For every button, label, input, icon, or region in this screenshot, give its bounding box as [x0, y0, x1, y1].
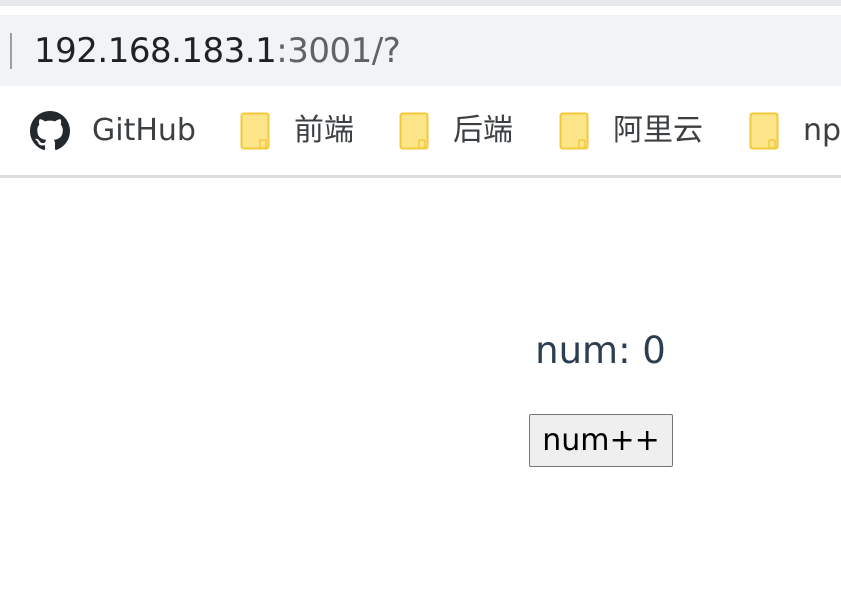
- bookmark-label: np: [803, 113, 841, 148]
- bookmarks-bar: GitHub 前端 后端 阿里云 np: [0, 86, 841, 176]
- bookmark-label: 阿里云: [613, 113, 703, 148]
- github-icon: [30, 111, 70, 151]
- bookmark-label: 前端: [294, 113, 354, 148]
- window-top-strip: [0, 0, 841, 6]
- folder-icon: [399, 112, 429, 150]
- folder-icon: [240, 112, 270, 150]
- bookmark-folder-aliyun[interactable]: 阿里云: [559, 86, 703, 176]
- url-host: 192.168.183.1: [34, 31, 277, 71]
- folder-icon: [749, 112, 779, 150]
- url-text[interactable]: 192.168.183.1:3001/?: [34, 29, 401, 73]
- increment-button[interactable]: num++: [529, 414, 673, 467]
- text-caret: [10, 33, 12, 69]
- url-path: :3001/?: [276, 31, 401, 71]
- bookmark-label: GitHub: [92, 113, 196, 148]
- bookmark-folder-frontend[interactable]: 前端: [240, 86, 354, 176]
- folder-icon: [559, 112, 589, 150]
- bookmark-folder-backend[interactable]: 后端: [399, 86, 513, 176]
- num-display: num: 0: [535, 329, 666, 372]
- page-content: num: 0 num++: [0, 178, 841, 613]
- bookmark-folder-np[interactable]: np: [749, 86, 841, 176]
- address-bar[interactable]: 192.168.183.1:3001/?: [0, 15, 841, 86]
- bookmark-label: 后端: [453, 113, 513, 148]
- bookmark-github[interactable]: GitHub: [30, 86, 196, 176]
